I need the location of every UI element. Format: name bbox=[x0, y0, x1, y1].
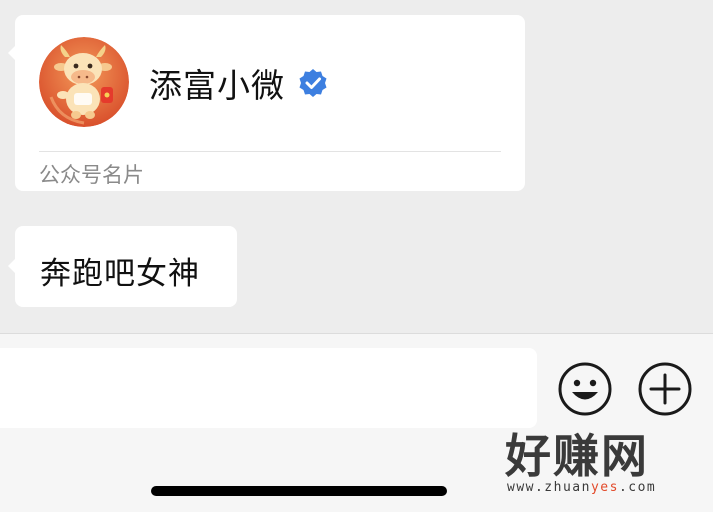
text-message-bubble[interactable]: 奔跑吧女神 bbox=[8, 226, 237, 307]
chat-area: 添富小微 公众号名片 奔跑吧女神 bbox=[0, 0, 713, 333]
card-type-label: 公众号名片 bbox=[39, 163, 144, 187]
watermark-url: www.zhuanyes.com bbox=[507, 480, 656, 495]
chat-input-bar bbox=[0, 333, 713, 429]
home-indicator[interactable] bbox=[151, 486, 447, 496]
watermark-url-accent: yes bbox=[590, 480, 619, 495]
plus-circle-icon[interactable] bbox=[637, 361, 693, 417]
card-divider bbox=[39, 151, 501, 152]
watermark-title: 好赚网 bbox=[505, 429, 649, 483]
watermark-url-suffix: .com bbox=[618, 480, 657, 495]
site-watermark: 好赚网 www.zhuanyes.com bbox=[505, 430, 705, 500]
bottom-safe-area: 好赚网 www.zhuanyes.com bbox=[0, 428, 713, 512]
verified-badge-icon bbox=[298, 68, 328, 98]
message-text: 奔跑吧女神 bbox=[40, 256, 200, 292]
watermark-url-prefix: www.zhuan bbox=[507, 480, 591, 495]
smiley-face-icon[interactable] bbox=[557, 361, 613, 417]
official-account-card[interactable]: 添富小微 公众号名片 bbox=[8, 15, 525, 191]
account-name: 添富小微 bbox=[149, 66, 285, 105]
message-input[interactable] bbox=[0, 348, 537, 428]
cartoon-ox-avatar-icon[interactable] bbox=[39, 37, 129, 127]
